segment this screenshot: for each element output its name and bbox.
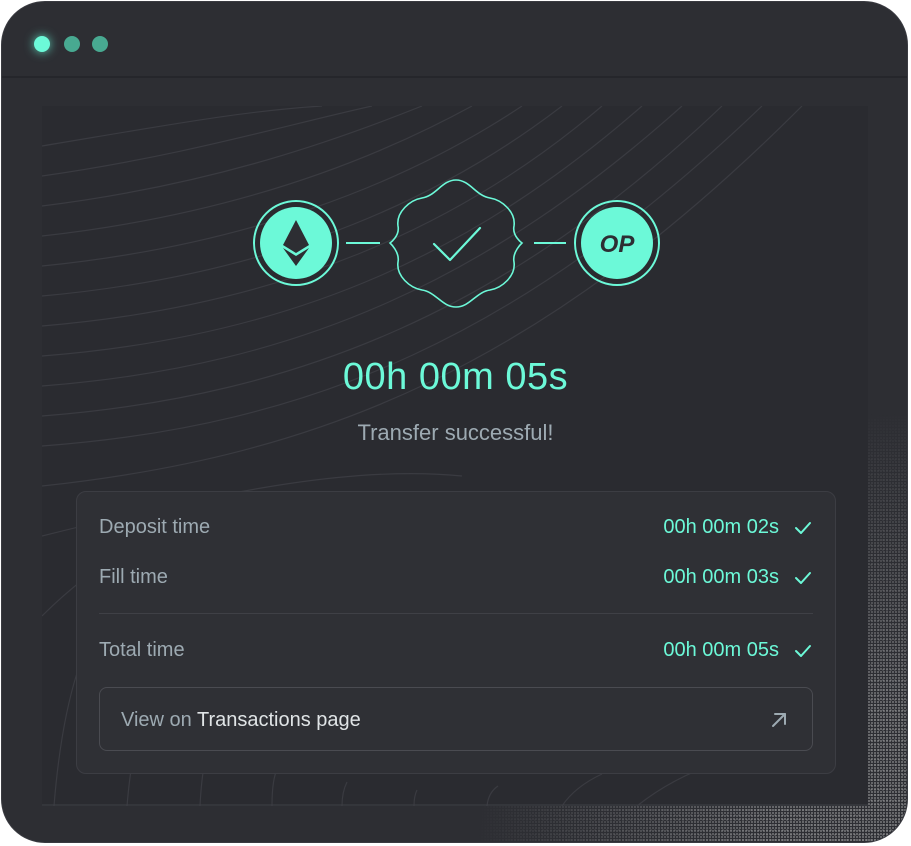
- deposit-time-value: 00h 00m 02s: [663, 516, 779, 538]
- details-divider: [99, 613, 813, 614]
- window-maximize-dot[interactable]: [92, 36, 108, 52]
- check-icon: [795, 522, 811, 534]
- total-time-label: Total time: [99, 639, 185, 661]
- window-close-dot[interactable]: [34, 36, 50, 52]
- elapsed-timer: 00h 00m 05s: [342, 356, 569, 398]
- link-prefix: View on: [121, 709, 192, 731]
- deposit-time-row: Deposit time 00h 00m 02s: [99, 514, 813, 544]
- view-transactions-link-text: View on Transactions page: [121, 709, 361, 732]
- check-icon: [795, 572, 811, 584]
- fill-time-value: 00h 00m 03s: [663, 566, 779, 588]
- total-time-row: Total time 00h 00m 05s: [99, 637, 813, 667]
- arrow-up-right-icon: [772, 713, 786, 727]
- view-transactions-link[interactable]: View on Transactions page: [99, 687, 813, 751]
- fill-time-label: Fill time: [99, 566, 168, 588]
- deposit-time-label: Deposit time: [99, 516, 211, 538]
- window-titlebar: [2, 2, 907, 78]
- total-time-value: 00h 00m 05s: [663, 639, 779, 661]
- window-minimize-dot[interactable]: [64, 36, 80, 52]
- link-target: Transactions page: [197, 709, 361, 731]
- fill-time-row: Fill time 00h 00m 03s: [99, 564, 813, 594]
- transfer-details-panel: Deposit time 00h 00m 02s Fill time 00h 0…: [76, 491, 836, 774]
- check-icon: [795, 645, 811, 657]
- transfer-status-text: Transfer successful!: [357, 420, 554, 445]
